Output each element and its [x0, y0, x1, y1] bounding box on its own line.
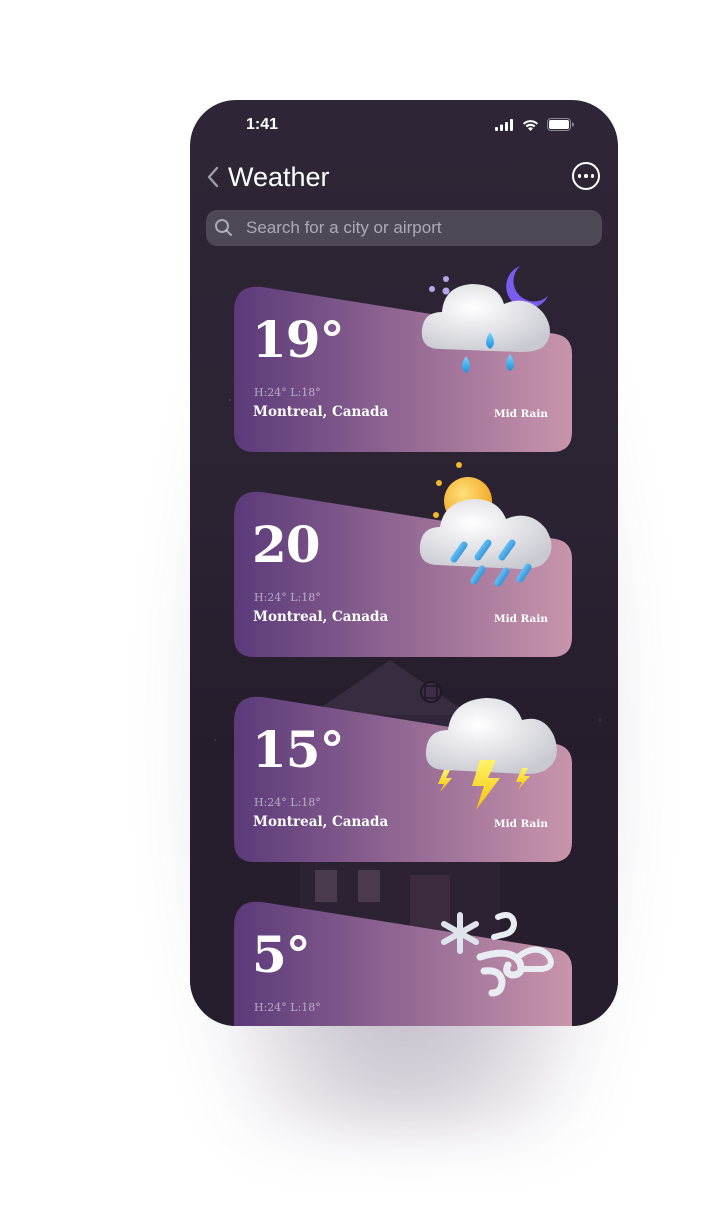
- status-bar: 1:41: [190, 100, 618, 150]
- high-low: H:24° L:18°: [254, 1001, 321, 1014]
- temperature: 15°: [252, 720, 345, 779]
- weather-card[interactable]: 19° H:24° L:18° Montreal, Canada Mid Rai…: [234, 266, 574, 457]
- page-title: Weather: [228, 162, 330, 192]
- temperature: 5°: [252, 925, 311, 984]
- ellipsis-dot: [584, 174, 588, 178]
- moon-cloud-rain-icon: [421, 266, 550, 373]
- condition: Mid Rain: [493, 613, 548, 625]
- back-button[interactable]: Weather: [206, 162, 330, 192]
- more-options-button[interactable]: [572, 162, 600, 190]
- battery-icon: [547, 118, 574, 131]
- high-low: H:24° L:18°: [254, 591, 321, 604]
- phone-screen: 1:41 Weather Search for a city or airpor…: [190, 100, 618, 1026]
- search-input[interactable]: [244, 217, 588, 239]
- status-time: 1:41: [246, 116, 279, 133]
- city-name: Montreal, Canada: [253, 404, 389, 420]
- signal-icon: [495, 118, 513, 131]
- temperature: 19°: [252, 310, 345, 369]
- high-low: H:24° L:18°: [254, 386, 321, 399]
- condition: Mid Rain: [493, 408, 548, 420]
- search-bar[interactable]: [206, 210, 602, 246]
- condition: Mid Rain: [493, 818, 548, 830]
- high-low: H:24° L:18°: [254, 796, 321, 809]
- city-name: Montreal, Canada: [253, 814, 389, 830]
- status-icons: [495, 118, 574, 131]
- ellipsis-dot: [590, 174, 595, 178]
- temperature: 20: [252, 515, 321, 574]
- chevron-left-icon: [207, 166, 219, 188]
- weather-card[interactable]: 15° H:24° L:18° Montreal, Canada Mid Rai…: [234, 692, 574, 867]
- weather-card[interactable]: 20 H:24° L:18° Montreal, Canada Mid Rain: [234, 462, 574, 662]
- cloud-lightning-icon: [425, 698, 557, 810]
- weather-card[interactable]: 5° H:24° L:18°: [234, 897, 574, 1026]
- sun-cloud-rain-icon: [419, 462, 552, 587]
- wifi-icon: [523, 119, 538, 131]
- search-icon: [215, 219, 232, 236]
- snow-wind-icon: [441, 912, 554, 997]
- ellipsis-dot: [577, 174, 582, 178]
- city-name: Montreal, Canada: [253, 609, 389, 625]
- navigation-bar: Weather: [190, 158, 618, 198]
